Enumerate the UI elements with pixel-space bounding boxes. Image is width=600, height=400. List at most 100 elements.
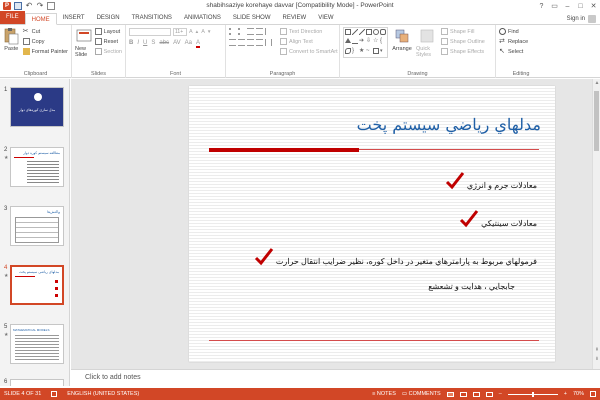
- current-slide[interactable]: مدلهاي رياضي سيستم پخت معادلات جرم و انر…: [189, 86, 555, 362]
- zoom-in-button[interactable]: +: [564, 391, 567, 397]
- justify-icon[interactable]: [256, 39, 263, 46]
- ribbon-display-options-button[interactable]: ▭: [548, 0, 561, 12]
- shape-wave-icon[interactable]: ~: [366, 48, 372, 54]
- tab-slide-show[interactable]: SLIDE SHOW: [227, 12, 277, 24]
- shape-rounded-rect-icon[interactable]: [380, 29, 386, 35]
- find-button[interactable]: Find: [499, 27, 543, 36]
- zoom-slider[interactable]: [507, 391, 558, 397]
- minimize-button[interactable]: –: [561, 0, 574, 12]
- scroll-thumb[interactable]: [594, 91, 599, 151]
- shrink-font-button[interactable]: A ▼: [201, 27, 211, 36]
- language-indicator[interactable]: ENGLISH (UNITED STATES): [67, 391, 139, 397]
- bullet-item[interactable]: فرمولهاي مربوط به پارامترهاي متغير در دا…: [254, 248, 537, 266]
- tab-review[interactable]: REVIEW: [277, 12, 313, 24]
- shape-oval-icon[interactable]: [373, 29, 379, 35]
- bullet-item[interactable]: معادلات سينتيكي: [459, 210, 537, 228]
- shape-arrow-icon[interactable]: ➔: [359, 38, 365, 44]
- slideshow-icon[interactable]: [485, 391, 493, 397]
- close-button[interactable]: ✕: [587, 0, 600, 12]
- normal-view-icon[interactable]: [446, 391, 454, 397]
- grow-font-button[interactable]: A ▲: [189, 27, 199, 36]
- shape-arrow-icon[interactable]: ⇩: [366, 38, 372, 44]
- columns-icon[interactable]: [265, 39, 272, 46]
- shape-curve-icon[interactable]: [345, 47, 351, 54]
- slide-thumbnail-5[interactable]: MATHEMATICAL MODELS: [10, 324, 64, 364]
- next-slide-icon[interactable]: ⇟: [594, 356, 600, 362]
- replace-button[interactable]: ⇄ Replace: [499, 37, 543, 46]
- bullets-icon[interactable]: [229, 28, 236, 35]
- shape-bracket-icon[interactable]: }: [352, 48, 358, 54]
- slide-thumbnail-6[interactable]: [10, 379, 64, 386]
- fit-slide-icon[interactable]: [590, 391, 596, 397]
- line-spacing-icon[interactable]: [265, 28, 272, 35]
- copy-button[interactable]: Copy: [22, 37, 68, 46]
- shape-outline-button[interactable]: Shape Outline: [441, 37, 485, 46]
- shape-rectangle-icon[interactable]: [366, 29, 372, 35]
- numbering-icon[interactable]: [238, 28, 245, 35]
- shape-rectangle-icon[interactable]: [373, 47, 379, 54]
- slide-thumbnail-1[interactable]: مدل سازی کوره‌های دوار: [10, 87, 64, 127]
- increase-indent-icon[interactable]: [256, 28, 263, 35]
- sign-in[interactable]: Sign in: [567, 15, 596, 23]
- more-shapes-icon[interactable]: ▾: [380, 48, 386, 54]
- slide-thumbnail-4[interactable]: مدلهای ریاضی سیستم پخت: [10, 265, 64, 305]
- comments-toggle[interactable]: ▭ COMMENTS: [402, 391, 441, 397]
- arrange-button[interactable]: Arrange: [391, 27, 413, 58]
- shape-triangle-icon[interactable]: [345, 38, 351, 44]
- shape-star-icon[interactable]: ☆: [373, 38, 379, 44]
- reading-view-icon[interactable]: [472, 391, 480, 397]
- shadow-button[interactable]: S: [151, 40, 155, 48]
- redo-icon[interactable]: ↷: [36, 2, 44, 10]
- align-right-icon[interactable]: [247, 39, 254, 46]
- align-center-icon[interactable]: [238, 39, 245, 46]
- format-painter-button[interactable]: Format Painter: [22, 47, 68, 56]
- align-text-button[interactable]: Align Text: [280, 37, 338, 46]
- bold-button[interactable]: B: [129, 40, 133, 48]
- powerpoint-app-icon[interactable]: P: [3, 2, 11, 10]
- notes-toggle[interactable]: ≡ NOTES: [372, 391, 396, 397]
- help-button[interactable]: ?: [535, 0, 548, 12]
- reset-button[interactable]: Reset: [94, 37, 122, 46]
- bullet-item[interactable]: معادلات جرم و انرژي: [445, 172, 537, 190]
- tab-view[interactable]: VIEW: [312, 12, 339, 24]
- new-slide-button[interactable]: New Slide: [75, 27, 93, 58]
- shape-effects-button[interactable]: Shape Effects: [441, 47, 485, 56]
- shape-text-box-icon[interactable]: [345, 29, 351, 35]
- tab-design[interactable]: DESIGN: [91, 12, 126, 24]
- tab-home[interactable]: HOME: [24, 13, 57, 25]
- font-color-button[interactable]: A: [195, 40, 200, 48]
- decrease-indent-icon[interactable]: [247, 28, 254, 35]
- shape-star-icon[interactable]: ★: [359, 48, 365, 54]
- tab-transitions[interactable]: TRANSITIONS: [126, 12, 178, 24]
- bullet-continuation[interactable]: جابجايي ، هدايت و تشعشع: [428, 282, 515, 291]
- save-icon[interactable]: [14, 2, 22, 10]
- cut-button[interactable]: ✂ Cut: [23, 27, 68, 36]
- shapes-gallery[interactable]: ➔ ⇩ ☆ { } ★ ~ ▾: [343, 27, 388, 58]
- zoom-out-button[interactable]: –: [499, 391, 502, 397]
- slide-title[interactable]: مدلهاي رياضي سيستم پخت: [357, 115, 541, 134]
- slide-editing-canvas[interactable]: مدلهاي رياضي سيستم پخت معادلات جرم و انر…: [71, 79, 592, 369]
- font-name-dropdown[interactable]: [129, 27, 171, 36]
- maximize-button[interactable]: □: [574, 0, 587, 12]
- font-size-dropdown[interactable]: 11+: [173, 27, 187, 36]
- previous-slide-icon[interactable]: ⇞: [594, 347, 600, 353]
- shape-fill-button[interactable]: Shape Fill: [441, 27, 485, 36]
- paste-button[interactable]: Paste: [3, 27, 20, 56]
- slide-thumbnail-3[interactable]: واکنش‌ها: [10, 206, 64, 246]
- tab-file[interactable]: FILE: [0, 11, 25, 24]
- character-spacing-button[interactable]: AV: [173, 40, 181, 48]
- convert-smartart-button[interactable]: Convert to SmartArt: [280, 47, 338, 56]
- slide-thumbnail-2[interactable]: مطالعه سیستم کوره دوار: [10, 147, 64, 187]
- layout-button[interactable]: Layout: [94, 27, 122, 36]
- strikethrough-button[interactable]: abc: [159, 40, 169, 48]
- change-case-button[interactable]: Aa: [185, 40, 192, 48]
- shape-brace-icon[interactable]: {: [380, 38, 386, 44]
- select-button[interactable]: ↖ Select: [499, 47, 543, 56]
- slideshow-start-icon[interactable]: [47, 2, 55, 10]
- vertical-scrollbar[interactable]: ▲ ⇞ ⇟: [592, 79, 600, 369]
- zoom-level[interactable]: 70%: [573, 391, 584, 397]
- quick-styles-button[interactable]: Quick Styles: [416, 27, 438, 58]
- section-button[interactable]: Section: [94, 47, 122, 56]
- scroll-up-icon[interactable]: ▲: [594, 80, 600, 86]
- shape-line-icon[interactable]: [359, 29, 365, 35]
